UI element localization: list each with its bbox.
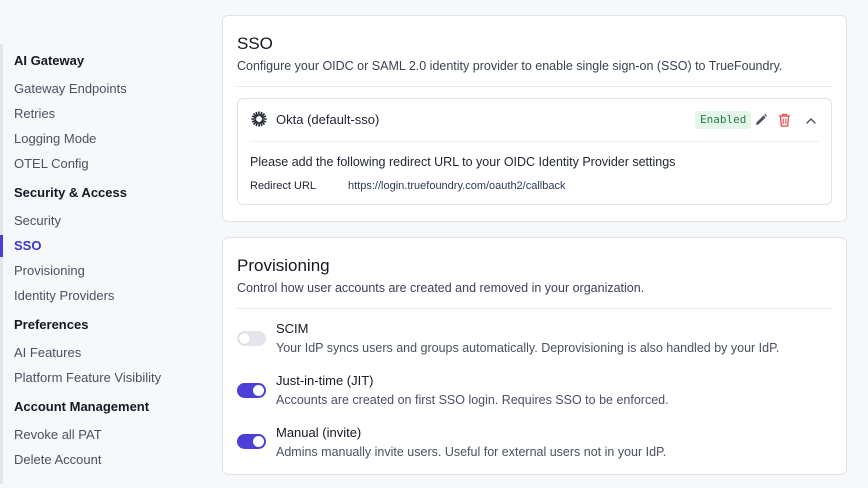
provisioning-title: Provisioning: [237, 256, 330, 275]
sidebar-item-logging-mode[interactable]: Logging Mode: [14, 131, 96, 146]
manual-invite-toggle[interactable]: [237, 434, 266, 449]
sidebar-item-revoke-all-pat[interactable]: Revoke all PAT: [14, 427, 102, 442]
jit-title: Just-in-time (JIT): [276, 373, 374, 388]
scim-toggle[interactable]: [237, 331, 266, 346]
redirect-url-value[interactable]: https://login.truefoundry.com/oauth2/cal…: [348, 180, 565, 192]
manual-invite-title: Manual (invite): [276, 425, 362, 440]
sidebar-item-gateway-endpoints[interactable]: Gateway Endpoints: [14, 81, 127, 96]
toggle-knob: [253, 385, 264, 396]
sso-card: SSO Configure your OIDC or SAML 2.0 iden…: [222, 15, 847, 222]
sidebar-item-platform-feature-visibility[interactable]: Platform Feature Visibility: [14, 370, 161, 385]
scim-description: Your IdP syncs users and groups automati…: [276, 341, 780, 355]
delete-icon[interactable]: [778, 113, 791, 132]
sidebar-item-security[interactable]: Security: [14, 213, 61, 228]
provider-name: Okta (default-sso): [276, 112, 380, 127]
provider-divider: [250, 141, 819, 142]
sidebar-item-retries[interactable]: Retries: [14, 106, 55, 121]
provisioning-divider: [237, 308, 832, 309]
status-badge: Enabled: [695, 111, 752, 129]
sidebar-item-sso[interactable]: SSO: [14, 238, 41, 253]
sso-title: SSO: [237, 34, 273, 53]
sidebar-item-identity-providers[interactable]: Identity Providers: [14, 288, 114, 303]
settings-sidebar: AI Gateway Gateway Endpoints Retries Log…: [0, 0, 200, 488]
toggle-knob: [253, 436, 264, 447]
sso-divider: [237, 86, 832, 87]
provisioning-card: Provisioning Control how user accounts a…: [222, 237, 847, 475]
okta-provider-card: Okta (default-sso) Enabled Please add th…: [237, 98, 832, 205]
edit-icon[interactable]: [754, 113, 768, 132]
sidebar-item-provisioning[interactable]: Provisioning: [14, 263, 85, 278]
sidebar-item-delete-account[interactable]: Delete Account: [14, 452, 101, 467]
sidebar-heading-security-access: Security & Access: [14, 185, 127, 200]
scim-title: SCIM: [276, 321, 309, 336]
sidebar-heading-account-management: Account Management: [14, 399, 150, 414]
sidebar-rail: [0, 44, 3, 484]
redirect-message: Please add the following redirect URL to…: [250, 155, 676, 169]
sidebar-heading-ai-gateway: AI Gateway: [14, 53, 85, 68]
jit-description: Accounts are created on first SSO login.…: [276, 393, 669, 407]
active-indicator: [0, 235, 3, 257]
jit-toggle[interactable]: [237, 383, 266, 398]
toggle-knob: [239, 333, 250, 344]
sidebar-item-otel-config[interactable]: OTEL Config: [14, 156, 89, 171]
chevron-up-icon[interactable]: [805, 114, 817, 132]
manual-invite-description: Admins manually invite users. Useful for…: [276, 445, 667, 459]
provisioning-subtitle: Control how user accounts are created an…: [237, 281, 645, 295]
sso-subtitle: Configure your OIDC or SAML 2.0 identity…: [237, 59, 783, 73]
sidebar-item-ai-features[interactable]: AI Features: [14, 345, 81, 360]
sidebar-heading-preferences: Preferences: [14, 317, 89, 332]
okta-icon: [250, 110, 268, 128]
redirect-url-label: Redirect URL: [250, 180, 317, 192]
